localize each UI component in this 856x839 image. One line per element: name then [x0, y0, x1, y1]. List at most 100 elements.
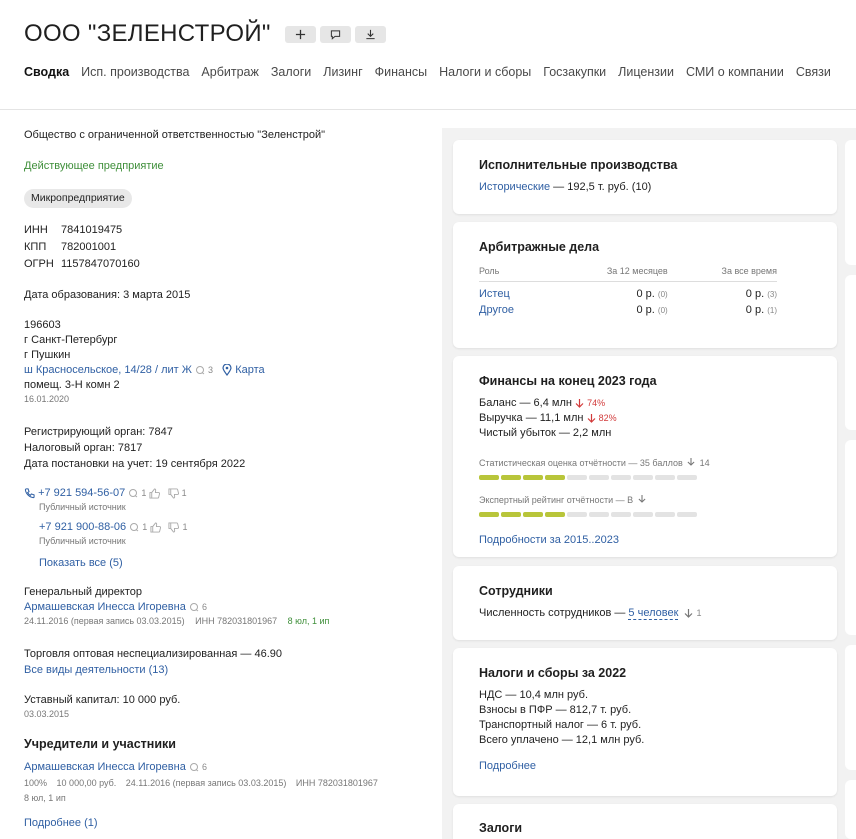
tab-leasing[interactable]: Лизинг — [323, 65, 362, 79]
role-other-link[interactable]: Другое — [479, 304, 514, 316]
tab-media[interactable]: СМИ о компании — [686, 65, 784, 79]
stat-rating-bar — [479, 475, 811, 480]
tab-summary[interactable]: Сводка — [24, 65, 69, 79]
director-name-link[interactable]: Армашевская Инесса Игоревна — [24, 601, 186, 613]
kpp-label: КПП — [24, 241, 47, 253]
director-row: Армашевская Инесса Игоревна 6 — [24, 600, 329, 615]
capital-date: 03.03.2015 — [24, 709, 70, 719]
tab-licenses[interactable]: Лицензии — [618, 65, 674, 79]
plaintiff-12m-count: (0) — [657, 290, 668, 299]
tab-bar: Сводка Исп. производства Арбитраж Залоги… — [24, 65, 831, 79]
historical-link[interactable]: Исторические — [479, 181, 550, 193]
table-row: Истец 0 р. (0) 0 р. (3) — [479, 282, 777, 302]
show-all-phones-link[interactable]: Показать все (5) — [39, 556, 123, 571]
tab-enforcement[interactable]: Исп. производства — [81, 65, 189, 79]
rating-segment — [545, 475, 565, 480]
arrow-down-icon — [687, 458, 695, 467]
finance-card: Финансы на конец 2023 года Баланс — 6,4 … — [453, 356, 837, 557]
rating-segment — [589, 512, 609, 517]
rating-segment — [611, 512, 631, 517]
address-date: 16.01.2020 — [24, 394, 70, 404]
rating-segment — [523, 475, 543, 480]
phone-1-source: Публичный источник — [39, 502, 126, 512]
staff-count-link[interactable]: 5 человек — [628, 607, 679, 620]
phone-link-2[interactable]: +7 921 900-88-06 — [39, 521, 126, 533]
expert-rating-label: Экспертный рейтинг отчётности — B — [479, 495, 634, 505]
taxes-lines: НДС — 10,4 млн руб. Взносы в ПФР — 812,7… — [479, 688, 811, 748]
rating-segment — [501, 512, 521, 517]
comment-icon — [129, 489, 138, 498]
finance-metrics: Баланс — 6,4 млн 74% Выручка — 11,1 млн … — [479, 396, 811, 441]
table-row: Другое 0 р. (0) 0 р. (1) — [479, 301, 777, 317]
thumbs-up-icon[interactable] — [150, 522, 162, 533]
thumbs-down-icon[interactable] — [168, 522, 180, 533]
founder-meta: 100% 10 000,00 руб. 24.11.2016 (первая з… — [24, 777, 378, 790]
founder-item: Армашевская Инесса Игоревна 6 100% 10 00… — [24, 760, 378, 805]
founded-date: Дата образования: 3 марта 2015 — [24, 289, 191, 301]
all-activities-link[interactable]: Все виды деятельности (13) — [24, 663, 282, 678]
net-loss: Чистый убыток — 2,2 млн — [479, 427, 612, 439]
balance-row: Баланс — 6,4 млн 74% — [479, 396, 811, 411]
address-city: г Санкт-Петербург — [24, 334, 118, 346]
title-row: ООО "ЗЕЛЕНСТРОЙ" — [24, 20, 386, 48]
founder-tenure: 8 юл, 1 ип — [24, 793, 66, 803]
comment-icon — [189, 603, 199, 612]
address-street-link[interactable]: ш Красносельское, 14/28 / лит Ж — [24, 364, 192, 376]
founders-title: Учредители и участники — [24, 737, 176, 751]
side-card-edge — [845, 140, 856, 265]
inn-label: ИНН — [24, 224, 48, 236]
plaintiff-12m: 0 р. — [636, 288, 655, 300]
revenue-change: 82% — [598, 413, 617, 423]
rating-segment — [655, 512, 675, 517]
rating-segment — [655, 475, 675, 480]
role-plaintiff-link[interactable]: Истец — [479, 288, 510, 300]
director-date: 24.11.2016 (первая запись 03.03.2015) — [24, 616, 185, 626]
arrow-down-icon — [587, 414, 595, 423]
founder-amount: 10 000,00 руб. — [56, 778, 117, 788]
address-block: 196603 г Санкт-Петербург г Пушкин ш Крас… — [24, 318, 265, 406]
kpp-row: КПП 782001001 — [24, 240, 140, 255]
registration-block: Регистрирующий орган: 7847 Налоговый орг… — [24, 425, 245, 472]
pledges-title: Залоги — [479, 821, 523, 835]
finance-title: Финансы на конец 2023 года — [479, 374, 657, 388]
rating-segment — [611, 475, 631, 480]
tab-arbitration[interactable]: Арбитраж — [201, 65, 258, 79]
director-block: Генеральный директор Армашевская Инесса … — [24, 585, 329, 628]
pledges-card: Залоги — [453, 804, 837, 839]
staff-change: 1 — [696, 608, 702, 618]
tax-registration-date: Дата постановки на учет: 19 сентября 202… — [24, 458, 246, 470]
comment-button[interactable] — [319, 25, 351, 43]
staff-label: Численность сотрудников — — [479, 607, 629, 619]
status-text: Действующее предприятие — [24, 160, 164, 172]
tab-pledges[interactable]: Залоги — [271, 65, 311, 79]
address-street-row: ш Красносельское, 14/28 / лит Ж 3 Карта — [24, 363, 265, 378]
enforcement-summary: Исторические — 192,5 т. руб. (10) — [479, 180, 811, 195]
founder-name-link[interactable]: Армашевская Инесса Игоревна — [24, 761, 186, 773]
tab-procurement[interactable]: Госзакупки — [543, 65, 606, 79]
tab-connections[interactable]: Связи — [796, 65, 831, 79]
rating-segment — [479, 475, 499, 480]
founders-more-link[interactable]: Подробнее (1) — [24, 816, 98, 831]
director-meta: 24.11.2016 (первая запись 03.03.2015) ИН… — [24, 615, 329, 628]
finance-details-link[interactable]: Подробности за 2015..2023 — [479, 533, 811, 548]
phone-icon — [24, 488, 35, 498]
tab-taxes[interactable]: Налоги и сборы — [439, 65, 531, 79]
phone-link-1[interactable]: +7 921 594-56-07 — [38, 487, 125, 499]
map-link[interactable]: Карта — [235, 364, 264, 376]
stat-rating-label: Статистическая оценка отчётности — 35 ба… — [479, 458, 683, 468]
thumbs-down-icon[interactable] — [167, 488, 179, 499]
rating-segment — [567, 475, 587, 480]
inn-row: ИНН 7841019475 — [24, 223, 140, 238]
ogrn-label: ОГРН — [24, 258, 54, 270]
other-all: 0 р. — [745, 304, 765, 316]
add-button[interactable] — [284, 25, 316, 43]
other-all-count: (1) — [767, 306, 777, 315]
thumbs-up-icon[interactable] — [149, 488, 161, 499]
rating-segment — [523, 512, 543, 517]
tab-finance[interactable]: Финансы — [375, 65, 427, 79]
taxes-more-link[interactable]: Подробнее — [479, 759, 811, 774]
full-name: Общество с ограниченной ответственностью… — [24, 129, 326, 141]
download-button[interactable] — [354, 25, 386, 43]
main-activity: Торговля оптовая неспециализированная — … — [24, 648, 282, 660]
arrow-down-icon — [638, 495, 646, 504]
